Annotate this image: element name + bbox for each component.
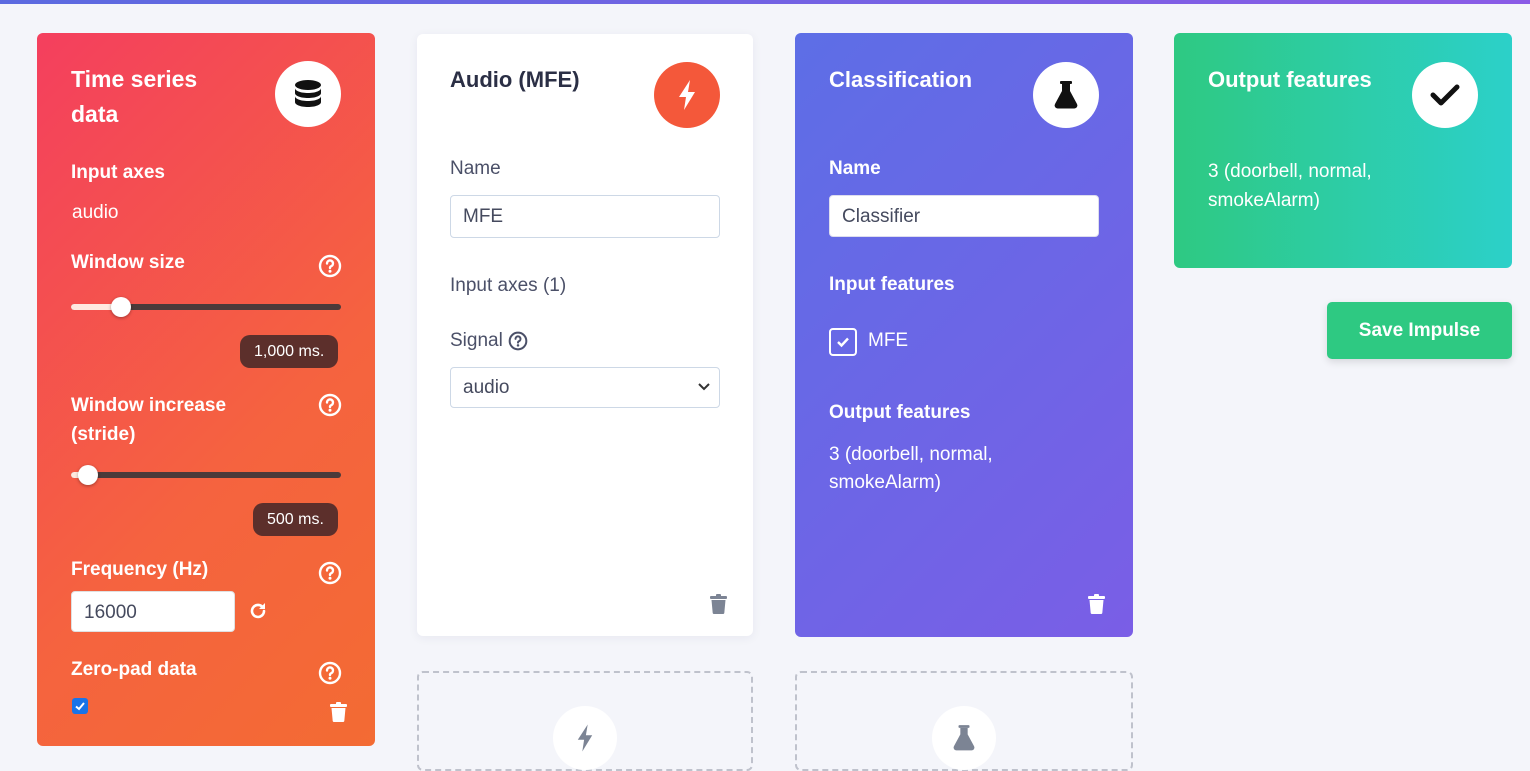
block-title-line2: data — [71, 101, 119, 127]
flask-icon — [932, 706, 996, 770]
window-size-label: Window size — [71, 252, 185, 273]
bolt-icon — [553, 706, 617, 770]
trash-icon[interactable] — [710, 594, 727, 614]
database-icon — [275, 61, 341, 127]
trash-icon[interactable] — [1088, 594, 1105, 614]
block-title: Output features — [1208, 67, 1372, 92]
refresh-icon[interactable] — [248, 601, 268, 621]
save-impulse-button[interactable]: Save Impulse — [1327, 302, 1512, 359]
input-features-label: Input features — [829, 274, 955, 295]
flask-icon — [1033, 62, 1099, 128]
block-title: Audio (MFE) — [450, 67, 580, 92]
mfe-block: Audio (MFE) Name MFE Input axes (1) Sign… — [417, 34, 753, 636]
output-features-label: Output features — [829, 402, 971, 423]
window-increase-slider-thumb[interactable] — [78, 465, 98, 485]
bolt-icon — [654, 62, 720, 128]
output-features-value: 3 (doorbell, normal, smokeAlarm) — [829, 441, 993, 497]
output-features-line2: smokeAlarm) — [829, 472, 941, 493]
add-learning-block[interactable] — [795, 671, 1133, 771]
output-features-line1: 3 (doorbell, normal, — [829, 444, 993, 465]
classifier-name-input[interactable]: Classifier — [829, 195, 1099, 237]
signal-label: Signal — [450, 330, 503, 351]
mfe-name-input[interactable]: MFE — [450, 195, 720, 238]
input-feature-label: MFE — [868, 330, 909, 351]
question-circle-icon[interactable] — [318, 661, 342, 685]
window-increase-label: Window increase (stride) — [71, 391, 226, 449]
input-axes-label: Input axes (1) — [450, 275, 567, 296]
window-increase-value-badge: 500 ms. — [253, 503, 338, 536]
classification-block: Classification Name Classifier Input fea… — [795, 33, 1133, 637]
trash-icon[interactable] — [330, 702, 347, 722]
window-increase-label-line1: Window increase — [71, 395, 227, 416]
check-icon — [837, 337, 849, 348]
block-title: Time series data — [71, 62, 197, 132]
block-title-line1: Time series — [71, 66, 198, 92]
name-label: Name — [450, 158, 501, 179]
add-processing-block[interactable] — [417, 671, 753, 771]
output-features-block: Output features 3 (doorbell, normal, smo… — [1174, 33, 1512, 268]
question-circle-icon[interactable] — [508, 331, 528, 351]
signal-select[interactable]: audio — [450, 367, 720, 408]
signal-select-value: audio — [463, 377, 510, 398]
question-circle-icon[interactable] — [318, 393, 342, 417]
top-accent-bar — [0, 0, 1530, 4]
output-features-line2: smokeAlarm) — [1208, 190, 1320, 211]
question-circle-icon[interactable] — [318, 254, 342, 278]
output-features-line1: 3 (doorbell, normal, — [1208, 161, 1372, 182]
window-size-value-badge: 1,000 ms. — [240, 335, 339, 368]
check-icon — [1412, 62, 1478, 128]
window-size-slider-thumb[interactable] — [111, 297, 131, 317]
input-axes-label: Input axes — [71, 162, 165, 183]
zero-pad-checkbox[interactable] — [72, 698, 88, 714]
zero-pad-label: Zero-pad data — [71, 659, 197, 680]
window-increase-slider[interactable] — [71, 472, 341, 478]
block-title: Classification — [829, 67, 973, 92]
check-icon — [75, 702, 85, 711]
chevron-down-icon — [698, 383, 710, 391]
input-feature-checkbox[interactable] — [829, 328, 857, 356]
frequency-label: Frequency (Hz) — [71, 559, 209, 580]
input-axes-value: audio — [72, 202, 119, 223]
question-circle-icon[interactable] — [318, 561, 342, 585]
window-increase-label-line2: (stride) — [71, 424, 136, 445]
time-series-block: Time series data Input axes audio Window… — [37, 33, 375, 746]
frequency-input[interactable]: 16000 — [71, 591, 235, 632]
output-features-value: 3 (doorbell, normal, smokeAlarm) — [1208, 157, 1372, 215]
name-label: Name — [829, 158, 881, 179]
